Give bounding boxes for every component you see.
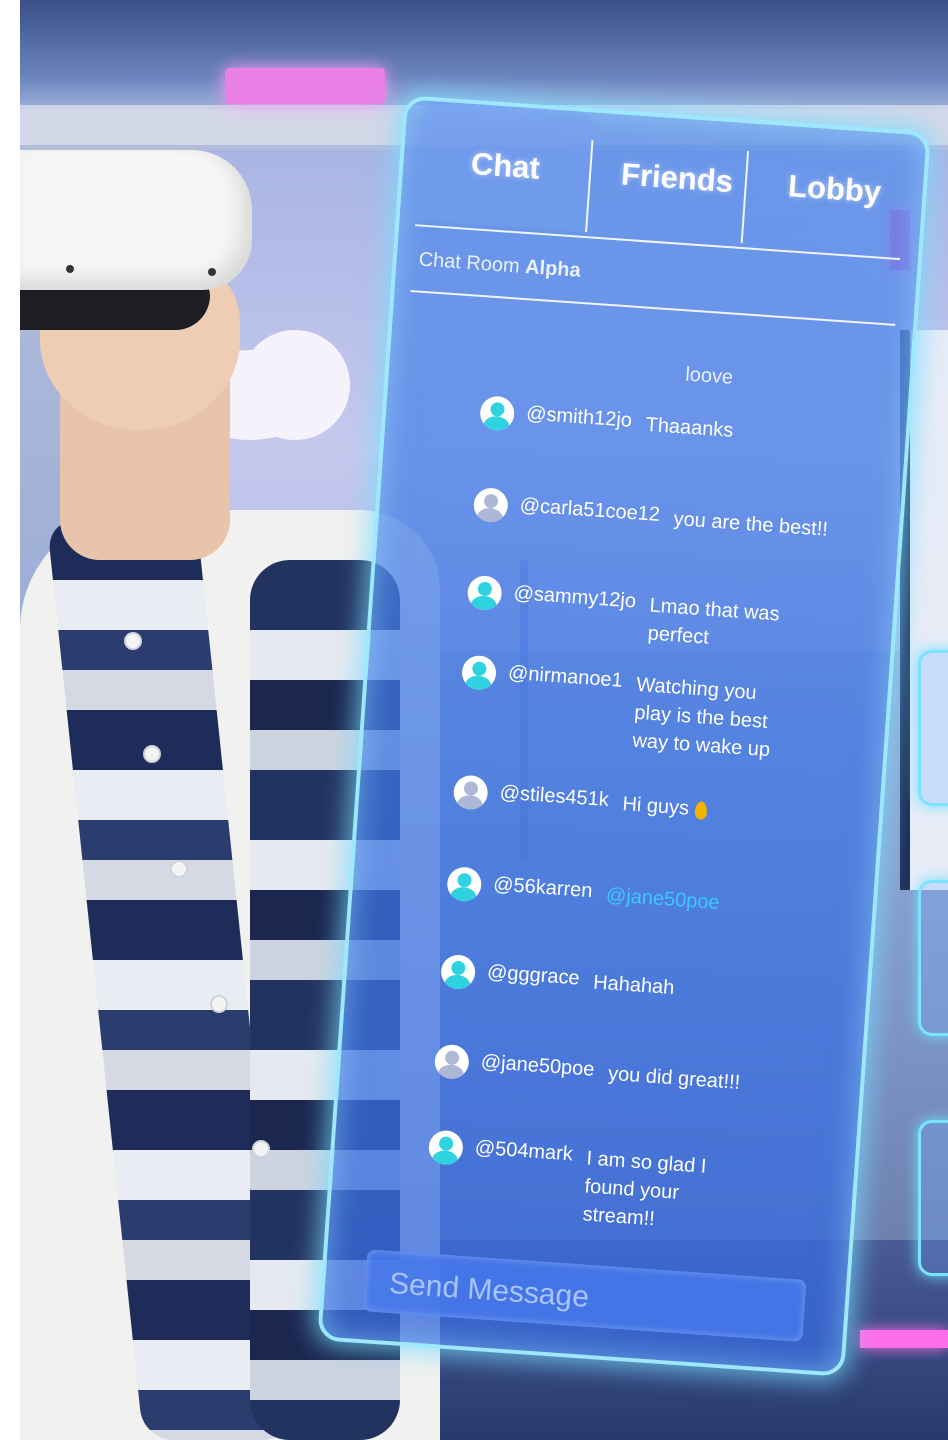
avatar-icon[interactable]	[466, 574, 503, 612]
shirt-button	[210, 995, 228, 1013]
message-row: @gggrace Hahahah	[439, 953, 754, 1010]
avatar-icon[interactable]	[460, 654, 498, 691]
message-list[interactable]: loove @smith12jo Thaaanks @carla51coe12 …	[390, 349, 909, 1230]
send-message-input[interactable]	[385, 1264, 792, 1331]
message-username[interactable]: @gggrace	[486, 961, 580, 990]
message-text: I am so glad I found your stream!!	[581, 1147, 708, 1231]
message-username[interactable]: @carla51coe12	[519, 494, 661, 527]
chat-panel: Chat Friends Lobby Chat Room Alpha loove…	[317, 95, 931, 1377]
message-username[interactable]: @jane50poe	[480, 1051, 595, 1082]
shirt-button	[143, 745, 161, 763]
avatar-icon[interactable]	[479, 395, 516, 432]
message-username[interactable]: @sammy12jo	[513, 582, 637, 613]
avatar-icon[interactable]	[472, 487, 509, 524]
neon-light	[225, 68, 385, 104]
left-edge	[0, 0, 20, 1440]
message-username[interactable]: @smith12jo	[525, 402, 632, 432]
message-text: Watching you play is the best way to wak…	[631, 673, 771, 762]
side-panel-card[interactable]	[918, 1120, 948, 1276]
avatar-icon[interactable]	[446, 866, 483, 903]
tab-friends[interactable]: Friends	[587, 112, 767, 244]
tab-chat[interactable]: Chat	[415, 100, 596, 233]
avatar-icon[interactable]	[433, 1043, 470, 1080]
message-username[interactable]: @nirmanoe1	[507, 662, 623, 693]
chat-room-name: Alpha	[524, 255, 582, 282]
shirt-button	[170, 860, 188, 878]
message-composer[interactable]	[363, 1249, 807, 1342]
chat-room-prefix: Chat Room	[417, 248, 521, 278]
message-row: @stiles451k Hi guys	[452, 774, 784, 831]
avatar-icon[interactable]	[439, 953, 477, 991]
headset-sensor	[208, 268, 216, 276]
divider	[410, 290, 896, 326]
message-text: Hahahah	[592, 971, 676, 1000]
ceiling	[20, 0, 948, 110]
avatar-icon[interactable]	[427, 1129, 465, 1166]
message-text: you are the best!!	[672, 507, 829, 541]
message-row: @smith12jo Thaaanks	[479, 395, 806, 452]
chat-room-label: Chat Room Alpha	[418, 249, 581, 283]
cloud	[240, 330, 350, 440]
mention-link[interactable]: @jane50poe	[605, 881, 767, 920]
message-username[interactable]: @stiles451k	[499, 781, 610, 812]
message-text: you did great!!!	[607, 1062, 741, 1094]
message-row: @56karren @jane50poe	[446, 866, 767, 922]
neon-light	[860, 1330, 948, 1348]
tab-lobby[interactable]: Lobby	[745, 124, 925, 256]
message-row: @jane50poe you did great!!!	[433, 1043, 769, 1101]
side-panel-card[interactable]	[918, 880, 948, 1036]
message-text: loove	[684, 363, 734, 389]
message-row: @504mark I am so glad I found your strea…	[424, 1129, 757, 1240]
avatar-icon[interactable]	[452, 774, 489, 811]
message-row: @carla51coe12 you are the best!!	[472, 487, 855, 547]
message-text: Thaaanks	[644, 413, 735, 442]
message-row: @sammy12jo Lmao that was perfect	[465, 574, 801, 658]
message-row: @nirmanoe1 Watching you play is the best…	[457, 654, 797, 766]
shirt-button	[252, 1140, 270, 1158]
side-panel-card[interactable]	[918, 650, 948, 806]
headset-sensor	[66, 265, 74, 273]
message-text: Lmao that was perfect	[647, 594, 781, 649]
message-text-wrap: Hi guys	[622, 790, 784, 829]
droplet-icon	[694, 800, 708, 820]
message-username[interactable]: @504mark	[474, 1137, 573, 1167]
vr-headset	[20, 150, 252, 290]
shirt-button	[124, 632, 142, 650]
message-username[interactable]: @56karren	[493, 873, 594, 903]
message-text: Hi guys	[621, 793, 690, 820]
